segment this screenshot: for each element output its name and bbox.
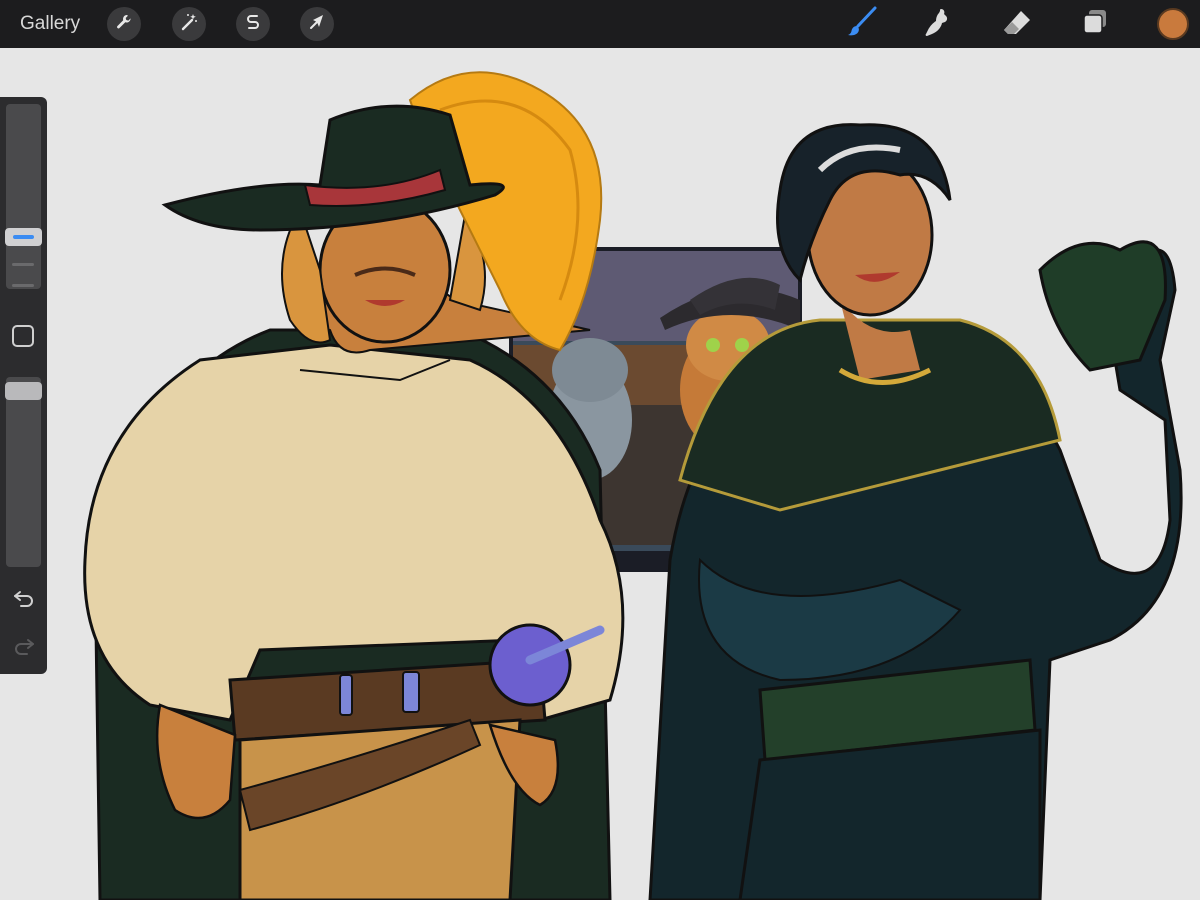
redo-icon [11,639,37,663]
brush-size-tick [12,263,34,266]
left-sidebar [0,97,47,674]
adjustments-button[interactable] [172,7,206,41]
brush-size-tick [12,284,34,287]
undo-icon [11,591,37,615]
artwork [83,71,1183,900]
brush-size-handle[interactable] [5,228,42,246]
wrench-icon [114,12,134,37]
opacity-slider[interactable] [5,377,42,567]
brush-tool-button[interactable] [842,6,882,42]
eraser-icon [1001,8,1033,41]
layers-button[interactable] [1075,6,1115,42]
magic-wand-icon [179,12,199,37]
smudge-tool-button[interactable] [918,6,958,42]
undo-button[interactable] [11,585,37,611]
gallery-button[interactable]: Gallery [20,12,80,36]
transform-button[interactable] [300,7,334,41]
brush-size-slider[interactable] [5,104,42,289]
selection-s-icon [243,12,263,37]
layers-icon [1080,7,1110,42]
transform-arrow-icon [307,12,327,37]
smudge-icon [923,6,953,43]
modify-button[interactable] [12,325,34,347]
opacity-handle[interactable] [5,382,42,400]
top-toolbar: Gallery [0,0,1200,48]
redo-button[interactable] [11,633,37,659]
drawing-canvas[interactable] [0,48,1200,900]
character-left [83,71,625,900]
selection-button[interactable] [236,7,270,41]
eraser-tool-button[interactable] [997,6,1037,42]
brush-icon [845,5,879,44]
character-right [648,123,1183,900]
color-swatch[interactable] [1157,8,1189,40]
actions-button[interactable] [107,7,141,41]
